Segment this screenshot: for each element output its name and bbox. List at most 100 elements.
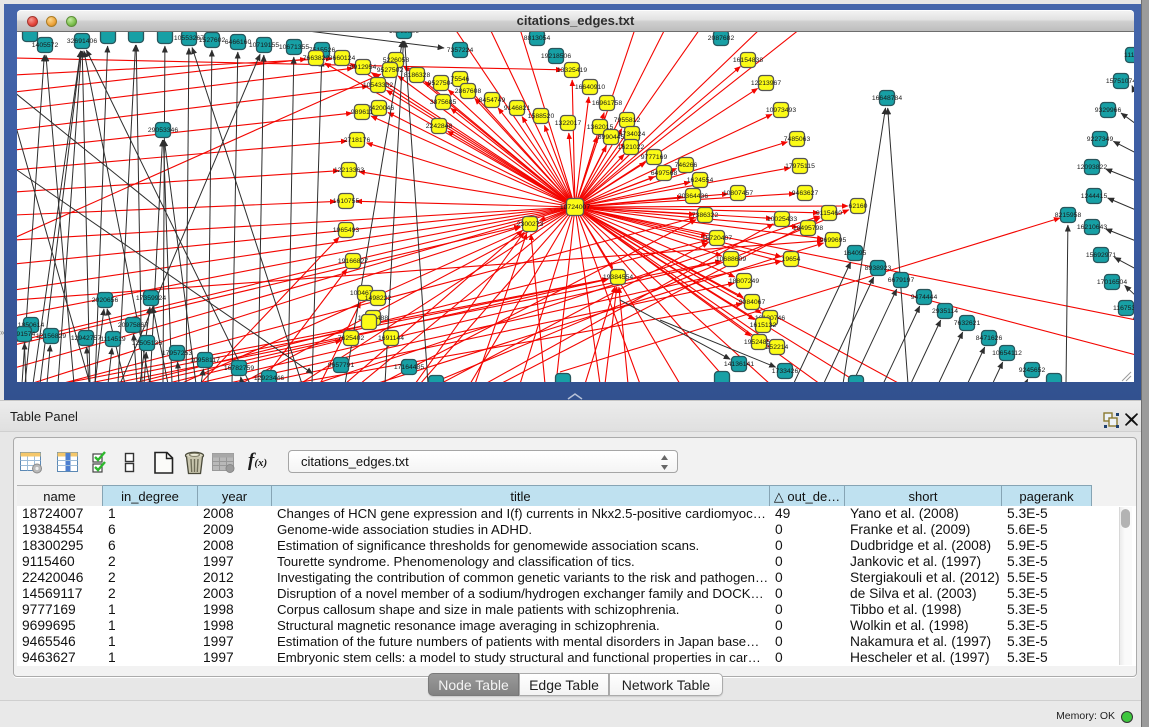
svg-text:8813054: 8813054 (524, 35, 551, 42)
svg-text:16210643: 16210643 (1077, 224, 1107, 231)
svg-text:12923446: 12923446 (254, 375, 284, 382)
svg-text:17164485: 17164485 (394, 364, 424, 371)
svg-text:10543382: 10543382 (363, 82, 393, 89)
svg-text:9245652: 9245652 (1019, 367, 1046, 374)
svg-text:1965493: 1965493 (333, 227, 360, 234)
svg-text:13325419: 13325419 (557, 67, 587, 74)
svg-text:9657791: 9657791 (328, 362, 355, 369)
svg-text:10025433: 10025433 (767, 216, 797, 223)
svg-text:18495798: 18495798 (793, 225, 823, 232)
svg-text:19384554: 19384554 (603, 274, 633, 281)
svg-text:10688609: 10688609 (716, 256, 746, 263)
svg-text:6734024: 6734024 (619, 131, 646, 138)
svg-text:6466160: 6466160 (225, 39, 252, 46)
svg-text:19218506: 19218506 (541, 53, 571, 60)
svg-text:9084067: 9084067 (739, 299, 766, 306)
svg-text:29053346: 29053346 (148, 127, 178, 134)
svg-text:12093822: 12093822 (1077, 164, 1107, 171)
svg-text:6497568: 6497568 (651, 170, 678, 177)
svg-text:15720407: 15720407 (702, 235, 732, 242)
svg-text:1527602: 1527602 (199, 37, 226, 44)
svg-text:1405572: 1405572 (32, 42, 59, 49)
svg-text:9699695: 9699695 (820, 237, 847, 244)
svg-text:16961758: 16961758 (592, 100, 622, 107)
svg-text:989611: 989611 (351, 109, 373, 116)
svg-text:9777169: 9777169 (641, 154, 668, 161)
svg-text:19654: 19654 (782, 256, 801, 263)
svg-text:12213363: 12213363 (334, 167, 364, 174)
svg-text:6679197: 6679197 (888, 277, 915, 284)
svg-text:1615132: 1615132 (750, 322, 777, 329)
svg-text:7485063: 7485063 (784, 136, 811, 143)
svg-text:746266: 746266 (675, 162, 698, 169)
svg-text:15692971: 15692971 (1086, 252, 1116, 259)
svg-text:1322017: 1322017 (555, 120, 582, 127)
svg-text:2020656: 2020656 (92, 297, 119, 304)
svg-text:16640910: 16640910 (575, 84, 605, 91)
svg-text:20364436: 20364436 (678, 193, 708, 200)
svg-text:9527502: 9527502 (377, 67, 404, 74)
svg-text:1733426: 1733426 (772, 368, 799, 375)
svg-text:17359924: 17359924 (136, 295, 166, 302)
svg-text:18724007: 18724007 (560, 204, 590, 211)
svg-text:16648784: 16648784 (872, 95, 902, 102)
svg-text:8186328: 8186328 (404, 72, 431, 79)
svg-text:7632621: 7632621 (954, 320, 981, 327)
svg-text:12156829: 12156829 (36, 333, 66, 340)
svg-text:12505135: 12505135 (132, 340, 162, 347)
svg-text:1624554: 1624554 (687, 177, 714, 184)
svg-text:12942757: 12942757 (71, 335, 101, 342)
svg-text:1167531: 1167531 (1113, 305, 1134, 312)
svg-text:9227349: 9227349 (1087, 136, 1114, 143)
svg-text:8471626: 8471626 (976, 335, 1003, 342)
svg-text:1691144: 1691144 (378, 335, 404, 342)
svg-text:1588520: 1588520 (528, 113, 555, 120)
svg-text:32691406: 32691406 (67, 38, 97, 45)
svg-text:10973493: 10973493 (766, 107, 796, 114)
svg-text:1114519: 1114519 (100, 336, 126, 343)
svg-text:2867608: 2867608 (455, 88, 482, 95)
svg-text:12213967: 12213967 (751, 80, 781, 87)
svg-text:1621022: 1621022 (618, 144, 645, 151)
svg-text:10719155: 10719155 (249, 42, 279, 49)
svg-text:11125: 11125 (1124, 52, 1134, 59)
svg-text:2300273: 2300273 (517, 221, 544, 228)
svg-text:20975867: 20975867 (118, 322, 148, 329)
svg-text:16053809: 16053809 (389, 32, 419, 35)
svg-text:8215958: 8215958 (1055, 212, 1082, 219)
svg-text:1610755: 1610755 (333, 198, 360, 205)
svg-text:10807457: 10807457 (723, 190, 753, 197)
svg-text:1244415: 1244415 (1081, 193, 1108, 200)
svg-text:7625402: 7625402 (338, 335, 365, 342)
svg-text:10654112: 10654112 (992, 350, 1022, 357)
svg-text:391574: 391574 (17, 331, 36, 338)
svg-text:9115460: 9115460 (816, 210, 842, 217)
svg-text:164095: 164095 (844, 250, 867, 257)
svg-text:17975115: 17975115 (785, 163, 815, 170)
svg-text:2087682: 2087682 (708, 35, 735, 42)
svg-text:10958117: 10958117 (190, 357, 220, 364)
svg-text:2242848: 2242848 (426, 123, 453, 130)
svg-text:18807249: 18807249 (729, 278, 759, 285)
svg-text:8660124: 8660124 (329, 55, 356, 62)
svg-text:17957253: 17957253 (162, 350, 192, 357)
svg-text:16782759: 16782759 (224, 365, 254, 372)
svg-text:7357224: 7357224 (447, 47, 474, 54)
svg-text:62160: 62160 (849, 203, 868, 210)
svg-text:7663822: 7663822 (303, 55, 330, 62)
svg-text:15751074: 15751074 (1106, 78, 1134, 85)
svg-text:9463627: 9463627 (792, 190, 819, 197)
svg-text:14136141: 14136141 (724, 361, 754, 368)
svg-text:9474444: 9474444 (911, 294, 938, 301)
svg-text:7386322: 7386322 (692, 212, 719, 219)
svg-text:75546: 75546 (451, 76, 470, 83)
svg-text:19166827: 19166827 (338, 258, 368, 265)
svg-text:8938923: 8938923 (865, 265, 892, 272)
svg-text:8454749: 8454749 (479, 97, 506, 104)
svg-text:10671355: 10671355 (279, 44, 309, 51)
svg-text:9146821: 9146821 (504, 105, 531, 112)
svg-text:3875685: 3875685 (430, 99, 457, 106)
svg-text:2935114: 2935114 (932, 308, 958, 315)
svg-text:16154838: 16154838 (733, 57, 763, 64)
svg-text:1498222: 1498222 (365, 295, 392, 302)
